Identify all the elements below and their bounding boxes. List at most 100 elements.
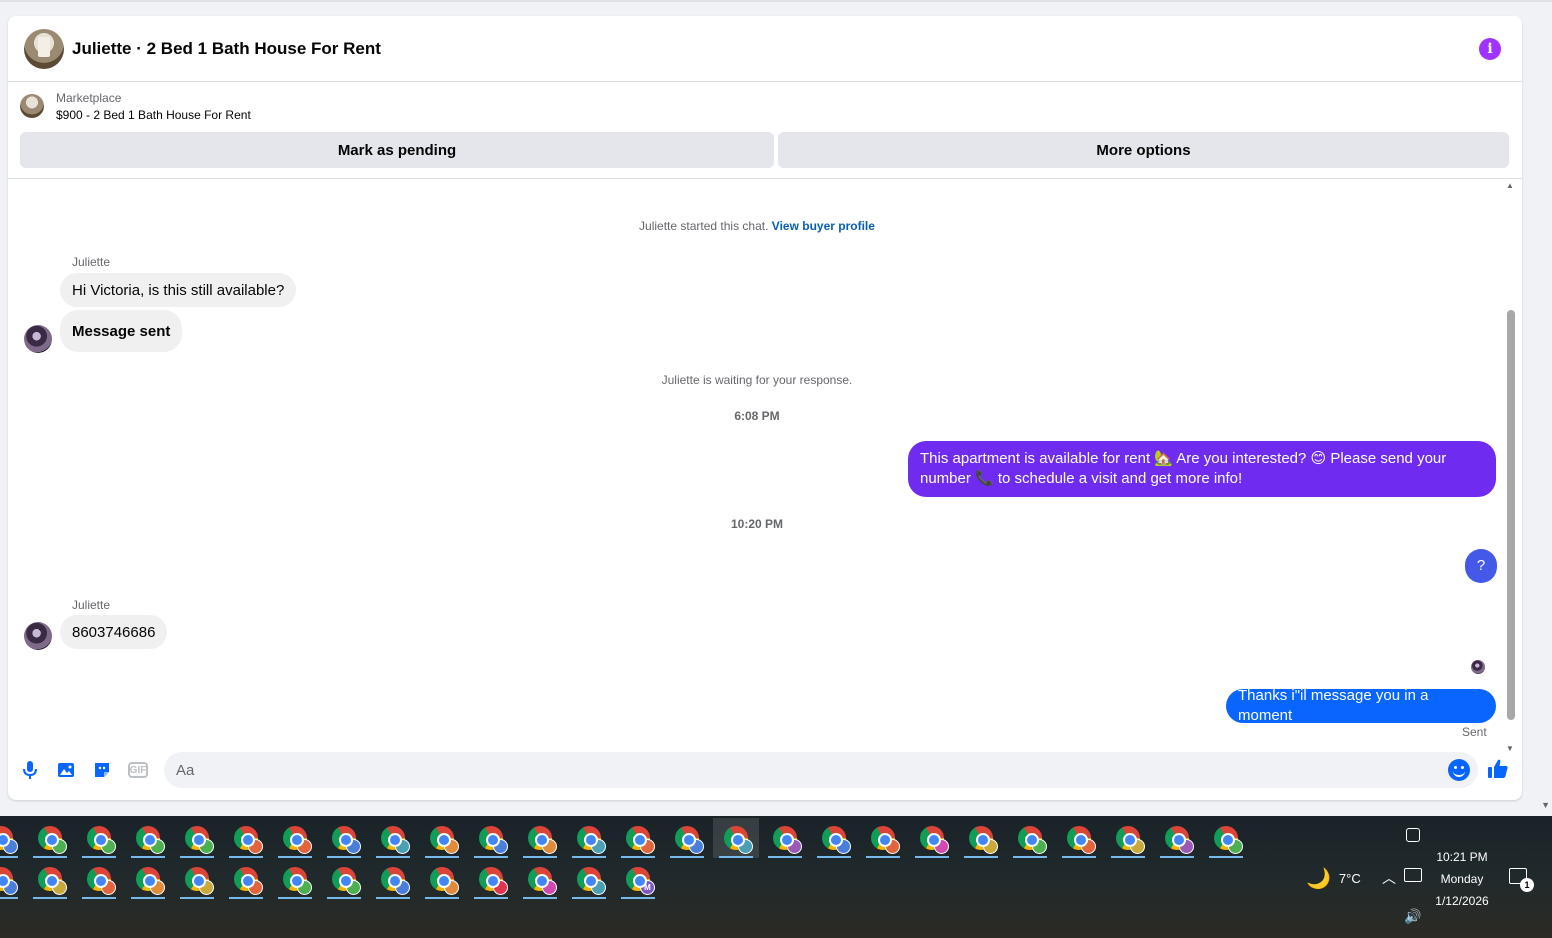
running-indicator — [523, 856, 557, 858]
chrome-profile-taskbar-icon[interactable] — [0, 859, 24, 899]
chrome-profile-taskbar-icon[interactable] — [566, 818, 612, 858]
chrome-profile-taskbar-icon[interactable] — [0, 818, 24, 858]
chrome-icon — [283, 867, 312, 895]
volume-icon[interactable]: 🔊 — [1404, 908, 1421, 925]
chrome-profile-taskbar-icon[interactable] — [1105, 818, 1151, 858]
running-indicator — [180, 897, 214, 899]
chrome-profile-taskbar-icon[interactable] — [272, 859, 318, 899]
thread-scrollbar[interactable]: ▲ ▼ — [1505, 179, 1515, 753]
incoming-message[interactable]: 8603746686 — [60, 615, 168, 649]
running-indicator — [131, 897, 165, 899]
chrome-profile-taskbar-icon[interactable] — [517, 818, 563, 858]
chevron-up-icon[interactable]: ︿ — [1382, 868, 1396, 888]
chrome-profile-taskbar-icon[interactable] — [370, 818, 416, 858]
chrome-profile-taskbar-icon[interactable] — [174, 818, 220, 858]
chrome-icon — [822, 826, 851, 854]
info-icon[interactable]: i — [1479, 38, 1501, 60]
incoming-message[interactable]: Message sent — [60, 310, 183, 352]
gif-icon[interactable]: GIF — [127, 759, 149, 781]
chrome-profile-taskbar-icon[interactable] — [811, 818, 857, 858]
listing-avatar[interactable] — [24, 28, 64, 69]
chrome-profile-taskbar-icon[interactable] — [1007, 818, 1053, 858]
chrome-profile-taskbar-icon[interactable] — [468, 818, 514, 858]
chrome-profile-taskbar-icon[interactable] — [125, 818, 171, 858]
weather-widget[interactable]: 🌙 7°C — [1306, 866, 1361, 891]
chrome-profile-taskbar-icon[interactable] — [958, 818, 1004, 858]
profile-badge-icon — [1032, 839, 1047, 854]
photo-icon[interactable] — [55, 759, 77, 781]
running-indicator — [768, 856, 802, 858]
marketplace-label: Marketplace — [56, 90, 122, 105]
chrome-profile-taskbar-icon[interactable] — [468, 859, 514, 899]
chrome-profile-taskbar-icon[interactable] — [272, 818, 318, 858]
profile-badge-icon — [542, 839, 557, 854]
chrome-profile-taskbar-icon[interactable] — [615, 818, 661, 858]
scroll-up-arrow[interactable]: ▲ — [1506, 181, 1514, 190]
running-indicator — [866, 856, 900, 858]
like-icon[interactable] — [1486, 757, 1512, 783]
message-thread: Juliette started this chat. View buyer p… — [8, 179, 1522, 739]
chrome-profile-taskbar-icon[interactable] — [76, 859, 122, 899]
chrome-profile-taskbar-icon[interactable] — [223, 859, 269, 899]
running-indicator — [572, 856, 606, 858]
chrome-icon — [136, 826, 165, 854]
emoji-icon[interactable] — [1448, 759, 1470, 781]
listing-summary[interactable]: Marketplace $900 - 2 Bed 1 Bath House Fo… — [8, 82, 1522, 130]
chrome-profile-taskbar-icon[interactable] — [370, 859, 416, 899]
chrome-profile-taskbar-icon[interactable] — [762, 818, 808, 858]
chrome-profile-taskbar-icon[interactable] — [566, 859, 612, 899]
message-input[interactable] — [164, 752, 1478, 788]
chrome-profile-taskbar-icon[interactable] — [1154, 818, 1200, 858]
chrome-profile-taskbar-icon[interactable] — [664, 818, 710, 858]
more-options-button[interactable]: More options — [778, 132, 1509, 168]
scroll-thumb[interactable] — [1507, 310, 1515, 720]
chat-title[interactable]: Juliette · 2 Bed 1 Bath House For Rent — [72, 39, 381, 59]
chrome-profile-taskbar-icon[interactable] — [860, 818, 906, 858]
clock-date: 1/12/2026 — [1435, 894, 1489, 908]
view-buyer-profile-link[interactable]: View buyer profile — [772, 219, 875, 233]
microphone-icon[interactable] — [19, 759, 41, 781]
chrome-profile-taskbar-icon[interactable] — [517, 859, 563, 899]
outgoing-message[interactable]: ? — [1465, 549, 1497, 583]
timestamp: 10:20 PM — [730, 517, 784, 531]
chrome-profile-taskbar-icon[interactable] — [909, 818, 955, 858]
chrome-profile-taskbar-icon[interactable] — [1203, 818, 1249, 858]
profile-badge-icon — [297, 839, 312, 854]
incoming-message[interactable]: Hi Victoria, is this still available? — [60, 273, 297, 307]
page-scroll-down-arrow[interactable]: ▼ — [1541, 800, 1550, 810]
chrome-icon — [920, 826, 949, 854]
outgoing-message[interactable]: Thanks i"il message you in a moment — [1226, 687, 1496, 724]
chrome-profile-taskbar-icon[interactable] — [419, 859, 465, 899]
juliette-avatar[interactable] — [24, 622, 52, 650]
chrome-profile-taskbar-icon[interactable] — [27, 818, 73, 858]
chrome-icon — [675, 826, 704, 854]
chrome-icon — [1018, 826, 1047, 854]
sender-name: Juliette — [72, 598, 111, 612]
timestamp: 6:08 PM — [734, 409, 780, 423]
outgoing-message[interactable]: This apartment is available for rent 🏡 A… — [908, 441, 1496, 497]
sticker-icon[interactable] — [91, 759, 113, 781]
chrome-icon — [283, 826, 312, 854]
chrome-icon — [1214, 826, 1243, 854]
chrome-profile-taskbar-icon[interactable] — [419, 818, 465, 858]
chrome-profile-taskbar-icon[interactable] — [27, 859, 73, 899]
profile-badge-icon — [3, 839, 18, 854]
juliette-avatar[interactable] — [24, 325, 52, 353]
chrome-icon — [332, 826, 361, 854]
chrome-profile-taskbar-icon[interactable]: M — [615, 859, 661, 899]
chrome-profile-taskbar-icon[interactable] — [321, 859, 367, 899]
chrome-profile-taskbar-icon[interactable] — [713, 818, 759, 858]
meet-now-icon[interactable] — [1406, 828, 1420, 842]
chrome-icon — [528, 867, 557, 895]
system-clock[interactable]: 10:21 PM Monday 1/12/2026 — [1420, 846, 1504, 912]
chrome-profile-taskbar-icon[interactable] — [125, 859, 171, 899]
chrome-profile-taskbar-icon[interactable] — [1056, 818, 1102, 858]
chrome-profile-taskbar-icon[interactable] — [76, 818, 122, 858]
profile-badge-icon — [52, 839, 67, 854]
mark-as-pending-button[interactable]: Mark as pending — [20, 132, 774, 168]
profile-badge-icon — [885, 839, 900, 854]
chrome-profile-taskbar-icon[interactable] — [174, 859, 220, 899]
chrome-profile-taskbar-icon[interactable] — [321, 818, 367, 858]
chrome-icon — [724, 826, 753, 854]
chrome-profile-taskbar-icon[interactable] — [223, 818, 269, 858]
